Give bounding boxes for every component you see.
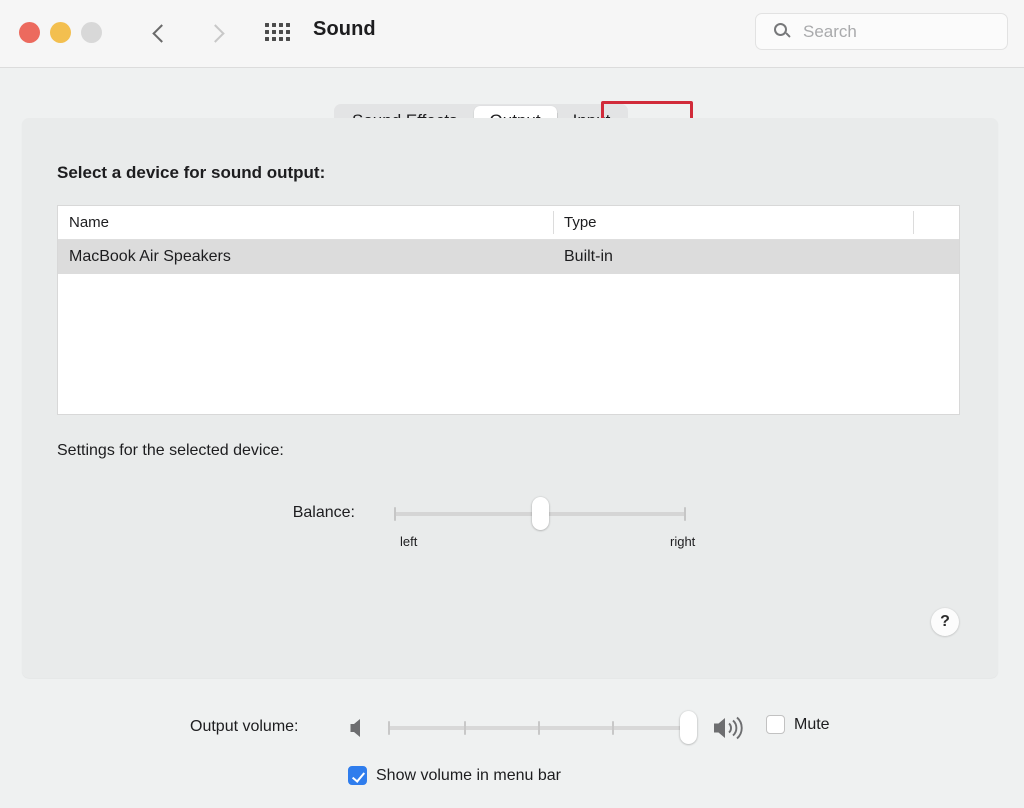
speaker-quiet-icon bbox=[350, 719, 360, 737]
volume-tick-3 bbox=[612, 721, 614, 735]
output-volume-label: Output volume: bbox=[190, 718, 299, 735]
back-button[interactable] bbox=[146, 14, 176, 54]
chevron-right-icon bbox=[205, 24, 225, 43]
balance-slider-knob[interactable] bbox=[532, 497, 549, 530]
device-name-cell: MacBook Air Speakers bbox=[69, 248, 231, 265]
settings-for-device-label: Settings for the selected device: bbox=[57, 442, 284, 459]
volume-slider-knob[interactable] bbox=[680, 711, 697, 744]
show-all-preferences-button[interactable] bbox=[262, 18, 292, 48]
balance-tick-left bbox=[394, 507, 396, 521]
minimize-button[interactable] bbox=[50, 22, 71, 43]
speaker-loud-icon bbox=[714, 716, 743, 740]
balance-slider[interactable] bbox=[394, 497, 686, 530]
help-button[interactable]: ? bbox=[931, 608, 959, 636]
show-volume-label: Show volume in menu bar bbox=[376, 766, 561, 784]
search-input[interactable] bbox=[803, 21, 988, 42]
close-button[interactable] bbox=[19, 22, 40, 43]
column-header-extra[interactable] bbox=[913, 206, 959, 239]
window-toolbar: Sound bbox=[0, 0, 1024, 68]
column-header-name[interactable]: Name bbox=[58, 206, 553, 239]
zoom-button[interactable] bbox=[81, 22, 102, 43]
balance-right-label: right bbox=[670, 534, 696, 549]
output-device-table[interactable]: Name Type MacBook Air Speakers Built-in bbox=[57, 205, 960, 415]
output-settings-panel: Select a device for sound output: Name T… bbox=[22, 118, 998, 678]
mute-label: Mute bbox=[794, 715, 830, 733]
volume-tick-2 bbox=[538, 721, 540, 735]
volume-tick-0 bbox=[388, 721, 390, 735]
table-row[interactable]: MacBook Air Speakers Built-in bbox=[58, 240, 959, 274]
select-device-heading: Select a device for sound output: bbox=[57, 163, 326, 182]
mute-control[interactable]: Mute bbox=[766, 715, 830, 734]
device-type-cell: Built-in bbox=[564, 248, 613, 265]
volume-tick-1 bbox=[464, 721, 466, 735]
grid-apps-icon bbox=[264, 23, 290, 41]
sound-preferences-window: Sound Sound Effects Output Input Select … bbox=[0, 0, 1024, 808]
balance-left-label: left bbox=[400, 534, 418, 549]
show-volume-in-menu-bar-control[interactable]: Show volume in menu bar bbox=[348, 766, 561, 785]
question-mark-icon: ? bbox=[940, 613, 950, 630]
search-icon bbox=[774, 22, 792, 41]
column-header-type[interactable]: Type bbox=[553, 206, 913, 239]
search-box[interactable] bbox=[755, 13, 1008, 50]
chevron-left-icon bbox=[151, 24, 171, 43]
balance-label: Balance: bbox=[292, 504, 355, 521]
mute-checkbox[interactable] bbox=[766, 715, 785, 734]
output-volume-slider[interactable] bbox=[388, 711, 697, 744]
balance-tick-right bbox=[684, 507, 686, 521]
show-volume-checkbox[interactable] bbox=[348, 766, 367, 785]
forward-button[interactable] bbox=[200, 14, 230, 54]
table-header-row: Name Type bbox=[58, 206, 959, 240]
traffic-light-controls bbox=[19, 22, 102, 43]
page-title: Sound bbox=[313, 18, 376, 40]
